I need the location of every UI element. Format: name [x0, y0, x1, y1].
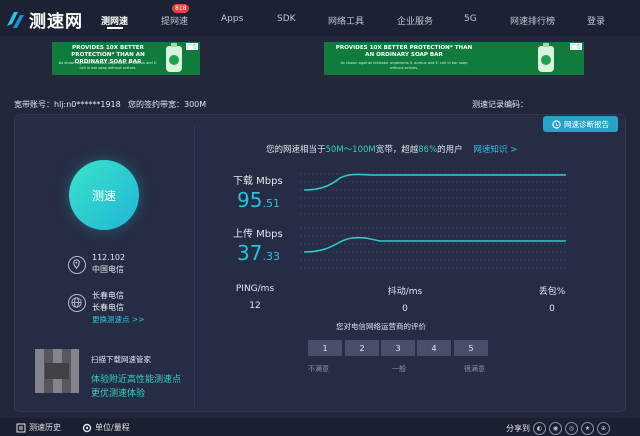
start-test-button[interactable]: 测速 [69, 160, 139, 230]
result-summary: 您的网速相当于50M～100M宽带，超越86%的用户 网速知识 > [266, 143, 517, 155]
units-label: 单位/量程 [95, 423, 130, 432]
brand-logo[interactable]: 测速网 [4, 7, 83, 32]
weibo-share-icon[interactable]: ◉ [549, 422, 562, 435]
history-button[interactable]: 测速历史 [16, 422, 61, 433]
download-speed: 95.51 [237, 188, 280, 212]
units-button[interactable]: 单位/量程 [82, 422, 130, 433]
rating-option-4[interactable]: 4 [417, 340, 451, 356]
upload-speed: 37.33 [237, 241, 280, 265]
ad-close-icon[interactable]: 广告 [569, 43, 582, 50]
rating-title: 您对电信网络运营商的评价 [336, 322, 426, 331]
panel-divider [194, 126, 195, 408]
upload-speed-graph [300, 227, 566, 269]
server-name: 长春电信 [92, 291, 124, 300]
download-speed-graph [300, 173, 566, 215]
upload-label: 上传 Mbps [233, 229, 283, 240]
promo-scan-text: 扫描下载网速管家 [91, 355, 151, 364]
history-label: 测速历史 [29, 423, 61, 432]
summary-suffix: 的用户 [437, 145, 463, 155]
packet-loss-value: 0 [549, 304, 555, 314]
ad-fine-print: As shown against indicator organisms S. … [340, 61, 468, 70]
nav-item-enterprise[interactable]: 企业服务 [397, 14, 433, 27]
test-server-info: 长春电信 长春电信 更换测速点 >> [92, 290, 144, 326]
server-isp: 长春电信 [92, 303, 124, 312]
history-icon [16, 423, 26, 432]
ping-stat: PING/ms 12 [230, 284, 280, 311]
nav-item-boost[interactable]: 提网速 [161, 14, 188, 27]
nav-item-5g[interactable]: 5G [464, 14, 477, 24]
download-speed-int: 95 [237, 188, 263, 212]
rating-mid-label: 一般 [392, 365, 406, 373]
rating-high-label: 很满意 [464, 365, 485, 373]
summary-prefix: 您的网速相当于 [266, 145, 326, 155]
jitter-label: 抖动/ms [387, 287, 423, 297]
share-bar: 分享到 ◐ ◉ ◎ ★ ⊕ [506, 422, 610, 435]
packet-loss-stat: 丢包% 0 [527, 284, 577, 314]
nav-item-apps[interactable]: Apps [221, 14, 243, 24]
promo-line-nearby: 体验附近高性能测速点 [91, 375, 182, 385]
report-icon [552, 119, 561, 129]
rating-option-2[interactable]: 2 [345, 340, 379, 356]
upload-speed-int: 37 [237, 241, 263, 265]
packet-loss-label: 丢包% [538, 287, 566, 297]
soap-bottle-icon [166, 43, 182, 72]
download-label: 下载 Mbps [233, 176, 283, 187]
more-share-icon[interactable]: ⊕ [597, 422, 610, 435]
globe-icon [68, 294, 86, 312]
gear-icon [82, 423, 92, 432]
change-server-link[interactable]: 更换测速点 >> [92, 314, 144, 326]
ad-fine-print: As shown against indicator organisms S. … [58, 61, 158, 70]
login-link[interactable]: 登录 [587, 14, 605, 27]
record-code-label: 测速记录编码： [472, 100, 528, 109]
nav-item-sdk[interactable]: SDK [277, 14, 296, 24]
promo-line-better: 更优测速体验 [91, 389, 146, 399]
client-ip-info: 112.102 中国电信 [92, 252, 125, 276]
rating-low-label: 不满意 [308, 365, 329, 373]
upload-speed-dec: .33 [262, 250, 280, 263]
client-ip: 112.102 [92, 253, 126, 262]
nav-item-tools[interactable]: 网络工具 [328, 14, 364, 27]
nav-badge: 818 [172, 4, 190, 13]
ad-banner-right[interactable]: PROVIDES 10X BETTER PROTECTION* THAN AN … [324, 42, 584, 75]
jitter-stat: 抖动/ms 0 [380, 284, 430, 314]
nav-item-speedtest[interactable]: 测网速 [101, 14, 128, 29]
contracted-bandwidth: 您的签约带宽：300M [128, 100, 207, 109]
account-id: 宽带账号：hlj:n0******1918 [14, 100, 121, 109]
logo-icon [7, 11, 24, 28]
speed-knowledge-link[interactable]: 网速知识 > [473, 145, 517, 155]
ad-close-icon[interactable]: 广告 [185, 43, 198, 50]
client-isp: 中国电信 [92, 265, 124, 274]
start-test-label: 测速 [91, 188, 116, 203]
summary-percent: 86% [418, 145, 438, 155]
summary-mid: 宽带，超越 [375, 145, 419, 155]
download-speed-dec: .51 [262, 197, 280, 210]
share-label: 分享到 [506, 424, 530, 433]
rating-option-1[interactable]: 1 [308, 340, 342, 356]
brand-name: 测速网 [29, 12, 83, 32]
ping-label: PING/ms [235, 284, 275, 294]
rating-option-5[interactable]: 5 [454, 340, 488, 356]
wechat-share-icon[interactable]: ◐ [533, 422, 546, 435]
ad-banner-left[interactable]: PROVIDES 10X BETTER PROTECTION* THAN AN … [52, 42, 200, 75]
qr-code-image [35, 349, 79, 393]
jitter-value: 0 [402, 304, 408, 314]
summary-range: 50M～100M [325, 145, 376, 155]
location-pin-icon [68, 256, 86, 274]
nav-item-ranking[interactable]: 网速排行榜 [510, 14, 555, 27]
diagnose-report-button[interactable]: 网速诊断报告 [543, 116, 618, 132]
qzone-share-icon[interactable]: ★ [581, 422, 594, 435]
diagnose-report-label: 网速诊断报告 [564, 119, 609, 129]
ad-headline: PROVIDES 10X BETTER PROTECTION* THAN AN … [335, 45, 473, 58]
rating-option-3[interactable]: 3 [381, 340, 415, 356]
ping-value: 12 [249, 301, 261, 311]
soap-bottle-icon [538, 43, 554, 72]
qq-share-icon[interactable]: ◎ [565, 422, 578, 435]
